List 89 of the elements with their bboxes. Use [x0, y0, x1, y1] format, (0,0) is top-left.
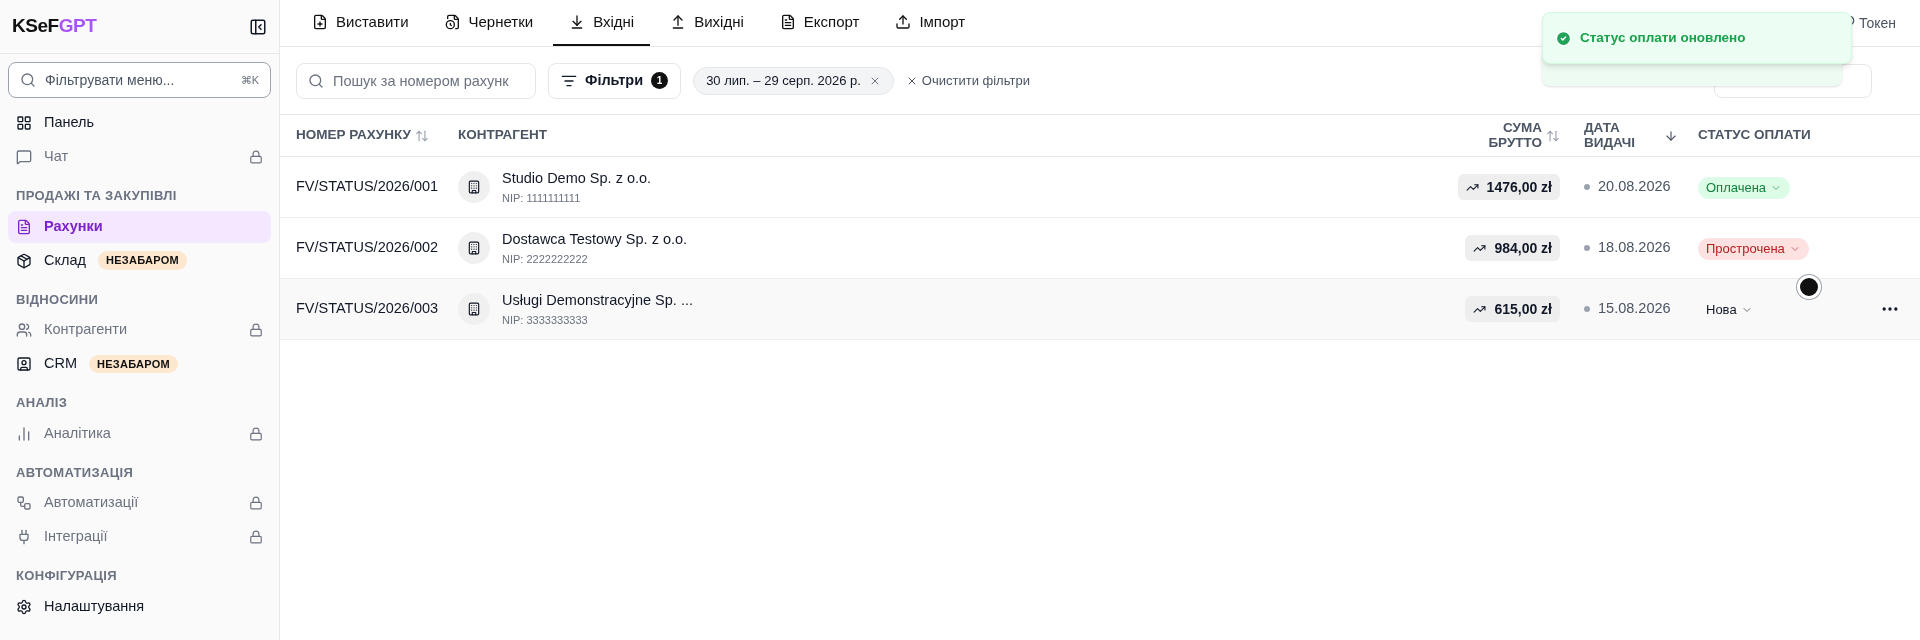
file-clock-icon: [444, 14, 461, 30]
tab[interactable]: Експорт: [763, 0, 876, 46]
box-icon: [16, 252, 32, 269]
check-circle-icon: [1555, 29, 1572, 47]
contractor-nip: NIP: 2222222222: [502, 251, 589, 267]
sidebar-item[interactable]: Аналітика: [8, 417, 271, 450]
logo-text: GPT: [58, 14, 97, 39]
document-icon: [779, 14, 796, 30]
file-plus-icon: [312, 14, 328, 30]
coming-soon-badge: НЕЗАБАРОМ: [97, 251, 187, 270]
column-header[interactable]: СТАТУС ОПЛАТИ: [1690, 125, 1860, 146]
status-dropdown[interactable]: Нова: [1698, 298, 1761, 321]
section-heading: ПРОДАЖІ ТА ЗАКУПІВЛІ: [15, 187, 178, 205]
chat-icon: [16, 149, 32, 165]
tab[interactable]: Чернетки: [428, 0, 550, 46]
sidebar-item-label: CRM: [44, 354, 78, 374]
invoice-search-field[interactable]: Пошук за номером рахунк: [296, 62, 536, 99]
upload-icon: [895, 14, 912, 30]
logo-text: KSeF: [12, 14, 59, 39]
contractor-nip: NIP: 3333333333: [502, 312, 589, 328]
tab[interactable]: Вхідні: [553, 0, 651, 46]
coming-soon-badge: НЕЗАБАРОМ: [89, 354, 178, 374]
sidebar-item[interactable]: CRM НЕЗАБАРОМ: [8, 348, 271, 380]
search-icon: [308, 72, 324, 89]
sidebar-item-label: Рахунки: [44, 216, 103, 236]
users-icon: [16, 322, 32, 338]
sidebar-item[interactable]: Панель: [8, 107, 271, 139]
sidebar-item-label: Аналітика: [44, 423, 111, 443]
sidebar-item[interactable]: Інтеграції: [8, 521, 271, 553]
issue-date: 20.08.2026: [1598, 177, 1671, 197]
sidebar-item[interactable]: Автоматизації: [8, 487, 271, 519]
contractor-nip: NIP: 1111111111: [502, 190, 582, 206]
document-icon: [16, 218, 32, 235]
contact-icon: [16, 356, 32, 372]
section-heading: АНАЛІЗ: [15, 394, 69, 412]
sidebar-item[interactable]: Рахунки: [8, 210, 271, 243]
date-filter-chip[interactable]: 30 лип. – 29 серп. 2026 р.: [693, 66, 894, 95]
tab[interactable]: Вихідні: [654, 0, 760, 46]
invoice-number: FV/STATUS/2026/002: [295, 238, 440, 258]
clear-filters-button[interactable]: Очистити фільтри: [905, 70, 1030, 91]
search-icon: [20, 72, 36, 88]
amount-badge: 615,00 zł: [1465, 296, 1560, 322]
bar-chart-icon: [16, 425, 32, 442]
amount-badge: 1476,00 zł: [1457, 174, 1560, 200]
sidebar-item[interactable]: Склад НЕЗАБАРОМ: [8, 244, 271, 277]
sort-icon: [414, 128, 429, 143]
filter-count-badge: 1: [651, 72, 669, 89]
building-icon: [458, 293, 490, 325]
sidebar-item-label: Контрагенти: [44, 320, 128, 340]
column-header[interactable]: КОНТРАГЕНТ: [458, 125, 1418, 146]
invoice-number: FV/STATUS/2026/003: [295, 299, 440, 319]
building-icon: [458, 171, 490, 203]
sidebar-item-label: Склад: [44, 250, 86, 270]
toast-message: Статус оплати оновлено: [1580, 28, 1746, 47]
sidebar-item-label: Інтеграції: [44, 527, 108, 547]
workflow-icon: [16, 495, 32, 511]
sidebar-item-label: Панель: [44, 113, 95, 133]
sidebar-item[interactable]: Налаштування: [8, 590, 271, 623]
sidebar-item-label: Автоматизації: [44, 493, 139, 513]
sidebar-toggle-icon[interactable]: [249, 17, 267, 36]
sidebar-item-label: Налаштування: [44, 596, 145, 616]
shortcut-hint: ⌘K: [240, 73, 259, 88]
tab[interactable]: Виставити: [296, 0, 425, 46]
sort-descending-icon: [1664, 128, 1678, 143]
sidebar-item[interactable]: Чат: [8, 141, 271, 173]
contractor-name: Usługi Demonstracyjne Sp. ...: [502, 290, 693, 310]
sidebar-item[interactable]: Контрагенти: [8, 314, 271, 346]
building-icon: [458, 232, 490, 264]
tab[interactable]: Імпорт: [879, 0, 982, 46]
column-header[interactable]: ДАТА ВИДАЧІ: [1568, 120, 1690, 151]
amount-badge: 984,00 zł: [1465, 235, 1560, 261]
issue-date: 15.08.2026: [1598, 299, 1671, 319]
column-header[interactable]: НОМЕР РАХУНКУ: [288, 125, 458, 146]
contractor-name: Studio Demo Sp. z o.o.: [502, 168, 652, 188]
settings-icon: [16, 598, 32, 615]
contractor-name: Dostawca Testowy Sp. z o.o.: [502, 229, 688, 249]
sort-icon: [1546, 128, 1560, 143]
section-heading: АВТОМАТИЗАЦІЯ: [15, 463, 135, 482]
plug-icon: [16, 529, 32, 545]
issue-date: 18.08.2026: [1598, 238, 1671, 258]
filters-button[interactable]: Фільтри 1: [548, 62, 682, 99]
column-header[interactable]: СУМА БРУТТО: [1418, 120, 1568, 151]
section-heading: ВІДНОСИНИ: [15, 290, 100, 309]
status-dropdown[interactable]: Прострочена: [1698, 237, 1809, 260]
invoice-number: FV/STATUS/2026/001: [295, 177, 440, 197]
dashboard-icon: [16, 115, 32, 131]
sidebar-item-label: Чат: [44, 147, 69, 167]
section-heading: КОНФІГУРАЦІЯ: [15, 567, 118, 585]
status-dropdown[interactable]: Оплачена: [1698, 176, 1791, 199]
